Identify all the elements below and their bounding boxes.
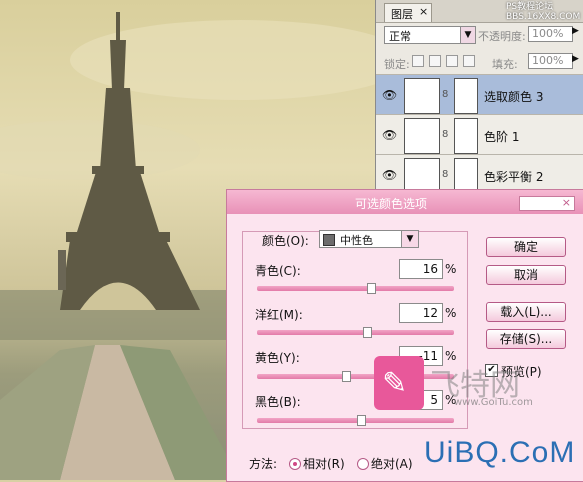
feather-logo: ✎: [374, 356, 424, 410]
layer-row[interactable]: 👁 8 色阶 1: [376, 114, 583, 155]
layer-name: 色彩平衡 2: [484, 170, 544, 184]
ok-button[interactable]: 确定: [486, 237, 566, 257]
load-button[interactable]: 载入(L)...: [486, 302, 566, 322]
tab-layers[interactable]: 图层 ×: [384, 3, 432, 22]
yellow-label: 黄色(Y):: [255, 351, 300, 365]
lock-image-icon[interactable]: [429, 55, 441, 67]
opacity-arrow-icon[interactable]: ▶: [572, 26, 579, 36]
opacity-input[interactable]: 100%: [528, 26, 573, 42]
fill-input[interactable]: 100%: [528, 53, 573, 69]
link-icon: 8: [442, 129, 449, 140]
close-button[interactable]: ×: [519, 196, 575, 211]
percent-sign: %: [445, 262, 457, 276]
lock-position-icon[interactable]: [446, 55, 458, 67]
colors-value: 中性色: [340, 234, 373, 247]
layer-row[interactable]: 👁 8 选取颜色 3: [376, 74, 583, 115]
link-icon: 8: [442, 169, 449, 180]
absolute-radio[interactable]: [357, 458, 369, 470]
slider-handle[interactable]: [367, 283, 376, 294]
yellow-slider[interactable]: [257, 371, 454, 382]
black-label: 黑色(B):: [255, 395, 301, 409]
lock-all-icon[interactable]: [463, 55, 475, 67]
forum-watermark-line1: PS教程论坛: [506, 2, 554, 12]
fill-arrow-icon[interactable]: ▶: [572, 54, 579, 64]
forum-watermark-line2: BBS.16XX8.COM: [506, 12, 581, 22]
relative-label: 相对(R): [303, 457, 345, 471]
magenta-label: 洋红(M):: [255, 308, 303, 322]
slider-handle[interactable]: [342, 371, 351, 382]
fill-label: 填充:: [492, 58, 518, 71]
layers-panel: 图层 × PS教程论坛 BBS.16XX8.COM 正常 ▼ 不透明度: 100…: [375, 0, 583, 195]
eye-icon[interactable]: 👁: [382, 168, 397, 182]
cancel-button[interactable]: 取消: [486, 265, 566, 285]
layer-name: 选取颜色 3: [484, 90, 544, 104]
dialog-title: 可选颜色选项: [355, 197, 428, 211]
opacity-label: 不透明度:: [478, 30, 526, 43]
method-label: 方法:: [249, 457, 278, 471]
layers-tab-row: 图层 × PS教程论坛 BBS.16XX8.COM: [376, 0, 583, 23]
colors-select[interactable]: 中性色 ▼: [319, 230, 419, 248]
colors-label: 颜色(O):: [262, 234, 309, 248]
dialog-titlebar[interactable]: 可选颜色选项 ×: [227, 190, 583, 214]
lock-transparent-icon[interactable]: [412, 55, 424, 67]
chevron-down-icon[interactable]: ▼: [460, 27, 475, 43]
percent-sign: %: [445, 306, 457, 320]
relative-radio[interactable]: [289, 458, 301, 470]
slider-handle[interactable]: [357, 415, 366, 426]
tab-layers-label: 图层: [391, 8, 413, 21]
close-icon[interactable]: ×: [562, 196, 571, 209]
forum-watermark: PS教程论坛 BBS.16XX8.COM: [506, 2, 580, 22]
magenta-slider[interactable]: [257, 327, 454, 338]
cyan-slider[interactable]: [257, 283, 454, 294]
layer-mask[interactable]: [454, 118, 478, 154]
close-icon[interactable]: ×: [419, 5, 428, 18]
eye-icon[interactable]: 👁: [382, 128, 397, 142]
slider-handle[interactable]: [363, 327, 372, 338]
blend-mode-select[interactable]: 正常 ▼: [384, 26, 476, 44]
eye-icon[interactable]: 👁: [382, 88, 397, 102]
layer-name: 色阶 1: [484, 130, 520, 144]
save-button[interactable]: 存储(S)...: [486, 329, 566, 349]
magenta-input[interactable]: 12: [399, 303, 443, 323]
cyan-input[interactable]: 16: [399, 259, 443, 279]
color-swatch: [323, 234, 335, 246]
selective-color-thumb-icon: [404, 78, 440, 114]
blend-mode-value: 正常: [389, 30, 411, 43]
uibq-watermark: UiBQ.CoM: [424, 436, 576, 469]
absolute-label: 绝对(A): [371, 457, 413, 471]
black-slider[interactable]: [257, 415, 454, 426]
cyan-label: 青色(C):: [255, 264, 301, 278]
levels-thumb-icon: [404, 118, 440, 154]
lock-icons: [412, 55, 480, 70]
feather-icon: ✎: [382, 366, 408, 401]
site-watermark-url: www.GoiTu.com: [454, 397, 533, 408]
chevron-down-icon[interactable]: ▼: [401, 231, 418, 247]
layer-mask[interactable]: [454, 78, 478, 114]
link-icon: 8: [442, 89, 449, 100]
lock-label: 锁定:: [384, 58, 410, 71]
